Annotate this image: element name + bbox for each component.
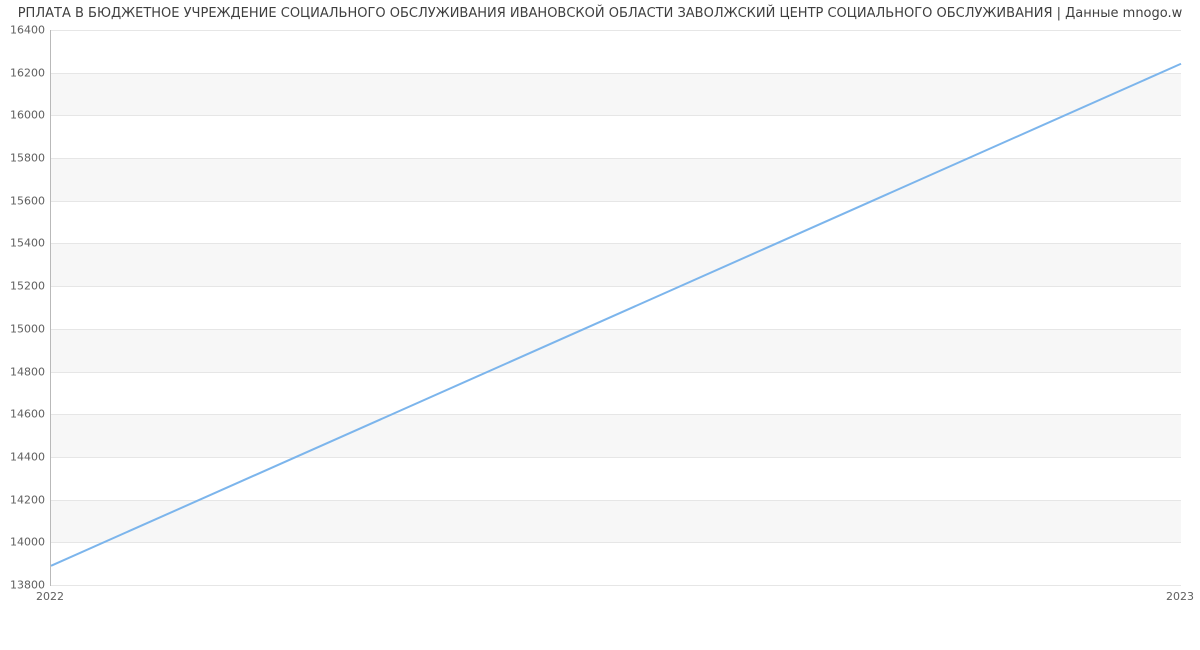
chart-title: РПЛАТА В БЮДЖЕТНОЕ УЧРЕЖДЕНИЕ СОЦИАЛЬНОГ…: [0, 6, 1200, 21]
x-tick-label: 2023: [1166, 590, 1194, 603]
y-tick-label: 15400: [3, 237, 45, 250]
y-tick-label: 15200: [3, 280, 45, 293]
y-tick-label: 14200: [3, 493, 45, 506]
gridline: [51, 585, 1181, 586]
y-tick-label: 16000: [3, 109, 45, 122]
y-tick-label: 14800: [3, 365, 45, 378]
y-tick-label: 15000: [3, 322, 45, 335]
y-tick-label: 16200: [3, 66, 45, 79]
series-line: [51, 64, 1181, 566]
y-tick-label: 14000: [3, 536, 45, 549]
y-tick-label: 14400: [3, 450, 45, 463]
x-tick-label: 2022: [36, 590, 64, 603]
y-tick-label: 15800: [3, 152, 45, 165]
plot-area: [50, 30, 1181, 586]
y-tick-label: 16400: [3, 24, 45, 37]
y-tick-label: 15600: [3, 194, 45, 207]
y-tick-label: 14600: [3, 408, 45, 421]
chart-line-layer: [51, 30, 1181, 585]
